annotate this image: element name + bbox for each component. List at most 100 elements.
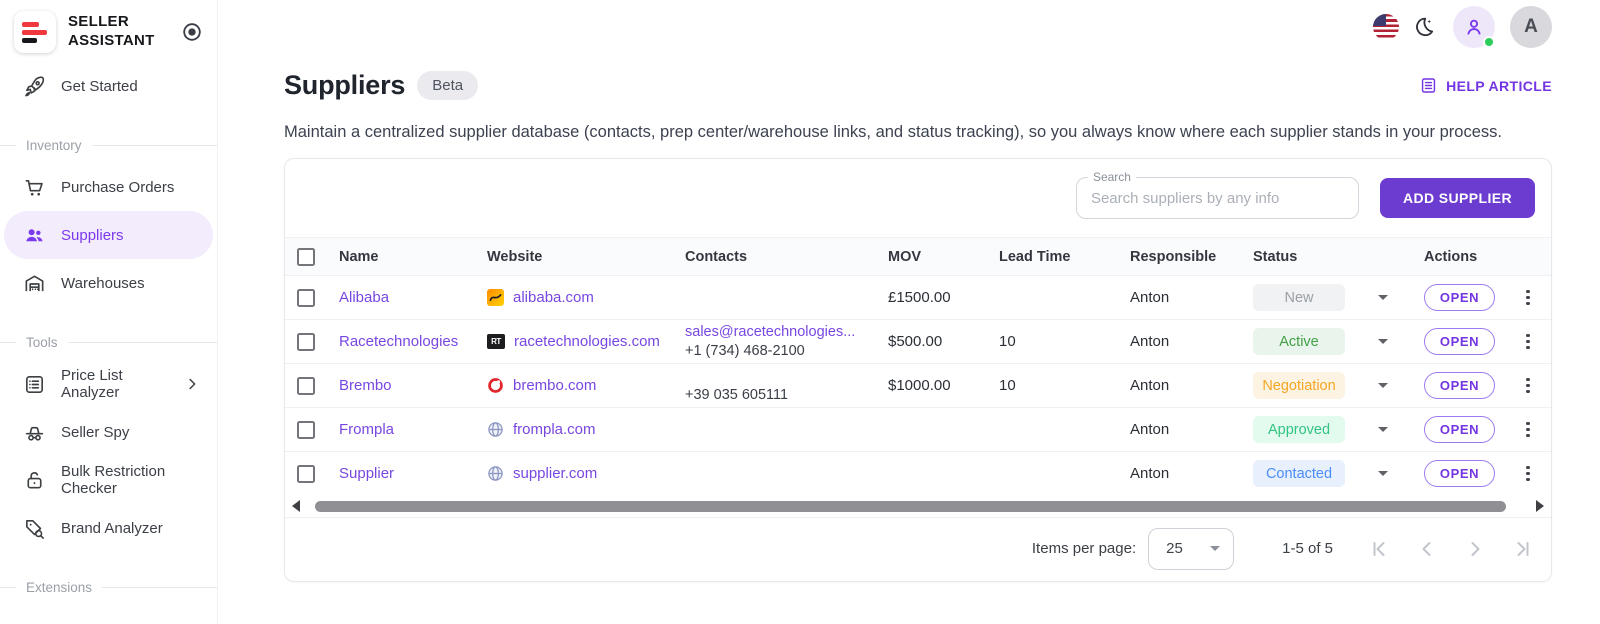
row-checkbox[interactable] xyxy=(297,333,315,351)
sidebar: SELLERASSISTANT Get Started Inventory Pu… xyxy=(0,0,218,624)
status-badge[interactable]: Negotiation xyxy=(1253,372,1345,399)
mov-value: $500.00 xyxy=(888,333,999,350)
sidebar-section-extensions: Extensions xyxy=(0,580,217,595)
sidebar-section-tools: Tools xyxy=(0,335,217,350)
sidebar-item-brand-analyzer[interactable]: Brand Analyzer xyxy=(0,504,217,552)
status-badge[interactable]: Approved xyxy=(1253,416,1345,443)
kebab-menu-icon[interactable] xyxy=(1522,330,1534,354)
supplier-name-link[interactable]: Brembo xyxy=(339,377,392,394)
kebab-menu-icon[interactable] xyxy=(1522,462,1534,486)
last-page-icon[interactable] xyxy=(1511,537,1535,561)
add-supplier-button[interactable]: ADD SUPPLIER xyxy=(1380,178,1535,218)
people-icon xyxy=(23,224,46,247)
open-button[interactable]: OPEN xyxy=(1424,416,1495,443)
status-badge[interactable]: Active xyxy=(1253,328,1345,355)
items-per-page-label: Items per page: xyxy=(1032,540,1136,557)
sidebar-item-label: Purchase Orders xyxy=(61,179,174,196)
table-row: Racetechnologies RT racetechnologies.com… xyxy=(285,319,1551,363)
chevron-right-icon xyxy=(183,375,201,393)
supplier-name-link[interactable]: Alibaba xyxy=(339,289,389,306)
status-caret-icon[interactable] xyxy=(1378,427,1388,432)
sidebar-item-bulk-restriction-checker[interactable]: Bulk Restriction Checker xyxy=(0,456,217,504)
website-favicon: RT xyxy=(487,334,505,349)
table-row: Brembo brembo.com +39 035 605111 $1000.0… xyxy=(285,363,1551,407)
search-field: Search xyxy=(1076,177,1359,219)
lead-time-value: 10 xyxy=(999,333,1130,350)
sidebar-item-purchase-orders[interactable]: Purchase Orders xyxy=(0,163,217,211)
select-all-checkbox[interactable] xyxy=(297,248,315,266)
warehouse-icon xyxy=(23,272,46,295)
website-link[interactable]: alibaba.com xyxy=(513,289,594,306)
open-button[interactable]: OPEN xyxy=(1424,460,1495,487)
row-checkbox[interactable] xyxy=(297,421,315,439)
sidebar-item-warehouses[interactable]: Warehouses xyxy=(0,259,217,307)
row-checkbox[interactable] xyxy=(297,289,315,307)
website-link[interactable]: racetechnologies.com xyxy=(514,333,660,350)
account-button[interactable] xyxy=(1453,6,1495,48)
card-toolbar: Search ADD SUPPLIER xyxy=(285,159,1551,237)
main-content: A Suppliers Beta HELP ARTICLE Maintain a… xyxy=(218,0,1600,624)
column-header-status[interactable]: Status xyxy=(1253,249,1424,265)
pagination-nav xyxy=(1367,537,1535,561)
status-badge[interactable]: Contacted xyxy=(1253,460,1345,487)
column-header-responsible[interactable]: Responsible xyxy=(1130,249,1253,265)
brand-tag-icon xyxy=(23,517,46,540)
website-link[interactable]: frompla.com xyxy=(513,421,596,438)
contact-email[interactable]: sales@racetechnologies... xyxy=(685,323,855,342)
next-page-icon[interactable] xyxy=(1463,537,1487,561)
lock-icon xyxy=(23,469,46,492)
status-caret-icon[interactable] xyxy=(1378,471,1388,476)
kebab-menu-icon[interactable] xyxy=(1522,374,1534,398)
column-header-contacts[interactable]: Contacts xyxy=(685,249,888,265)
table-row: Frompla frompla.com Anton Approved xyxy=(285,407,1551,451)
supplier-name-link[interactable]: Frompla xyxy=(339,421,394,438)
horizontal-scrollbar xyxy=(285,495,1551,517)
online-status-dot xyxy=(1483,36,1495,48)
user-avatar[interactable]: A xyxy=(1510,6,1552,48)
kebab-menu-icon[interactable] xyxy=(1522,418,1534,442)
row-checkbox[interactable] xyxy=(297,377,315,395)
open-button[interactable]: OPEN xyxy=(1424,372,1495,399)
sidebar-item-seller-spy[interactable]: Seller Spy xyxy=(0,408,217,456)
mov-value: $1000.00 xyxy=(888,377,999,394)
kebab-menu-icon[interactable] xyxy=(1522,286,1534,310)
responsible-value: Anton xyxy=(1130,289,1253,306)
row-checkbox[interactable] xyxy=(297,465,315,483)
supplier-name-link[interactable]: Supplier xyxy=(339,465,394,482)
items-per-page-select[interactable]: 25 xyxy=(1148,528,1234,570)
status-badge[interactable]: New xyxy=(1253,284,1345,311)
column-header-lead-time[interactable]: Lead Time xyxy=(999,249,1130,265)
column-header-mov[interactable]: MOV xyxy=(888,249,999,265)
search-input[interactable] xyxy=(1077,178,1358,218)
column-header-website[interactable]: Website xyxy=(487,249,685,265)
mov-value: £1500.00 xyxy=(888,289,999,306)
sidebar-item-get-started[interactable]: Get Started xyxy=(0,62,217,110)
contact-phone: +39 035 605111 xyxy=(685,386,788,405)
horizontal-scrollbar-thumb[interactable] xyxy=(315,501,1506,512)
language-us-flag-icon[interactable] xyxy=(1373,14,1399,40)
help-article-link[interactable]: HELP ARTICLE xyxy=(1419,76,1552,95)
sidebar-item-suppliers[interactable]: Suppliers xyxy=(4,211,213,259)
sidebar-pin-record-icon[interactable] xyxy=(181,21,203,43)
open-button[interactable]: OPEN xyxy=(1424,284,1495,311)
website-link[interactable]: supplier.com xyxy=(513,465,597,482)
person-icon xyxy=(1462,15,1486,39)
status-caret-icon[interactable] xyxy=(1378,383,1388,388)
sidebar-item-label: Suppliers xyxy=(61,227,124,244)
status-caret-icon[interactable] xyxy=(1378,339,1388,344)
brand-header: SELLERASSISTANT xyxy=(0,0,217,62)
responsible-value: Anton xyxy=(1130,421,1253,438)
sidebar-item-price-list-analyzer[interactable]: Price List Analyzer xyxy=(0,360,217,408)
scroll-right-arrow-icon[interactable] xyxy=(1536,500,1544,512)
open-button[interactable]: OPEN xyxy=(1424,328,1495,355)
article-icon xyxy=(1419,76,1438,95)
column-header-name[interactable]: Name xyxy=(339,249,487,265)
website-link[interactable]: brembo.com xyxy=(513,377,596,394)
supplier-name-link[interactable]: Racetechnologies xyxy=(339,333,458,350)
dark-mode-moon-icon[interactable] xyxy=(1412,15,1436,39)
first-page-icon[interactable] xyxy=(1367,537,1391,561)
previous-page-icon[interactable] xyxy=(1415,537,1439,561)
select-caret-icon xyxy=(1210,546,1220,551)
scroll-left-arrow-icon[interactable] xyxy=(292,500,300,512)
status-caret-icon[interactable] xyxy=(1378,295,1388,300)
